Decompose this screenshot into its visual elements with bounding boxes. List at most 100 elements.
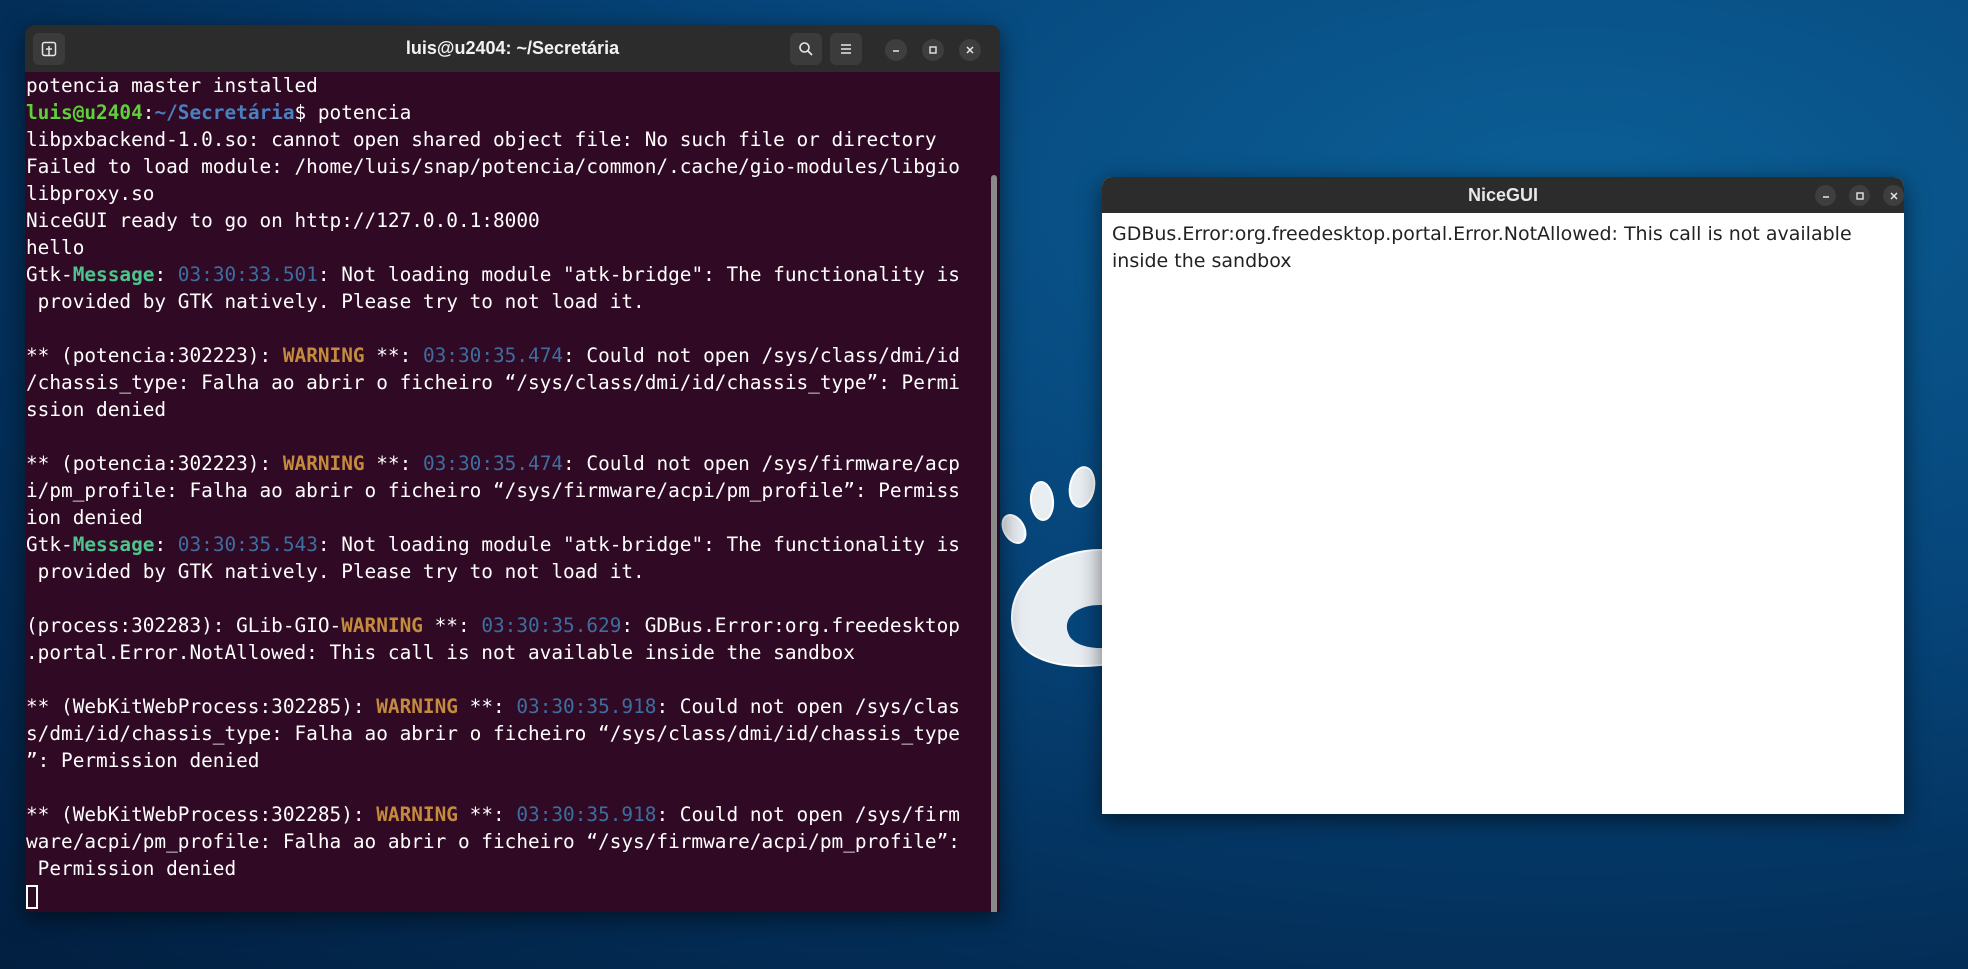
terminal-text: : GDBus.Error:org.freedesktop: [621, 614, 960, 637]
terminal-line: hello: [26, 234, 1000, 261]
terminal-text: 03:30:35.474: [422, 344, 564, 367]
terminal-line: ** (WebKitWebProcess:302285): WARNING **…: [26, 801, 1000, 828]
terminal-text: : Could not open /sys/firmware/acp: [563, 452, 960, 475]
terminal-text: :: [142, 101, 155, 124]
terminal-text: : Not loading module "atk-bridge": The f…: [317, 263, 960, 286]
terminal-text: luis@u2404: [26, 101, 143, 124]
maximize-icon: [929, 46, 937, 54]
terminal-text: Message: [72, 263, 155, 286]
minimize-icon: [1822, 195, 1829, 198]
close-icon: [1889, 191, 1898, 200]
terminal-line: ssion denied: [26, 396, 1000, 423]
terminal-line: ** (potencia:302223): WARNING **: 03:30:…: [26, 450, 1000, 477]
terminal-line: ”: Permission denied: [26, 747, 1000, 774]
terminal-output[interactable]: potencia master installed luis@u2404:~/Se…: [25, 72, 1000, 912]
terminal-text: **:: [457, 695, 517, 718]
terminal-line: provided by GTK natively. Please try to …: [26, 558, 1000, 585]
terminal-text: WARNING: [282, 344, 365, 367]
terminal-text: Permission denied: [26, 857, 237, 880]
nicegui-titlebar[interactable]: NiceGUI: [1102, 177, 1904, 213]
terminal-text: 03:30:33.501: [177, 263, 318, 286]
new-tab-button[interactable]: [33, 33, 65, 65]
terminal-line: ion denied: [26, 504, 1000, 531]
nicegui-window[interactable]: NiceGUI GDBus.Error:org.freedesktop.port…: [1102, 177, 1904, 814]
terminal-text: WARNING: [282, 452, 365, 475]
terminal-text: **:: [364, 344, 423, 367]
new-tab-icon: [41, 41, 57, 57]
terminal-text: WARNING: [341, 614, 423, 637]
terminal-line: Permission denied: [26, 855, 1000, 882]
terminal-prompt-line[interactable]: [26, 882, 1000, 909]
terminal-text: Failed to load module: /home/luis/snap/p…: [26, 155, 960, 178]
terminal-text: 03:30:35.474: [422, 452, 564, 475]
terminal-line: ** (potencia:302223): WARNING **: 03:30:…: [26, 342, 1000, 369]
nicegui-error-message: GDBus.Error:org.freedesktop.portal.Error…: [1112, 223, 1852, 272]
terminal-text: 03:30:35.543: [177, 533, 318, 556]
terminal-line: Failed to load module: /home/luis/snap/p…: [26, 153, 1000, 180]
terminal-text: $ potencia: [294, 101, 412, 124]
close-icon: [966, 46, 974, 54]
terminal-text: WARNING: [376, 803, 458, 826]
terminal-text: ** (WebKitWebProcess:302285):: [26, 695, 377, 718]
terminal-line: .portal.Error.NotAllowed: This call is n…: [26, 639, 1000, 666]
terminal-text: : Could not open /sys/firm: [656, 803, 960, 826]
terminal-text: : Could not open /sys/class/dmi/id: [563, 344, 960, 367]
terminal-text: 03:30:35.629: [481, 614, 622, 637]
terminal-line: Gtk-Message: 03:30:35.543: Not loading m…: [26, 531, 1000, 558]
terminal-line: (process:302283): GLib-GIO-WARNING **: 0…: [26, 612, 1000, 639]
terminal-line: potencia master installed: [26, 72, 1000, 99]
maximize-button[interactable]: [922, 39, 944, 61]
nicegui-close-button[interactable]: [1883, 185, 1904, 206]
minimize-icon: [893, 50, 899, 52]
hamburger-menu-icon: [841, 44, 851, 54]
terminal-title: luis@u2404: ~/Secretária: [405, 38, 620, 58]
terminal-text: potencia master installed: [26, 74, 318, 97]
terminal-text: :: [154, 533, 178, 556]
terminal-line: ** (WebKitWebProcess:302285): WARNING **…: [26, 693, 1000, 720]
terminal-text: ** (potencia:302223):: [26, 452, 283, 475]
terminal-text: Message: [72, 533, 155, 556]
terminal-line: luis@u2404:~/Secretária$ potencia: [26, 99, 1000, 126]
close-button[interactable]: [959, 39, 981, 61]
minimize-button[interactable]: [885, 39, 907, 61]
terminal-text: :: [154, 263, 178, 286]
terminal-text: hello: [26, 236, 85, 259]
terminal-text: **:: [364, 452, 423, 475]
terminal-text: ware/acpi/pm_profile: Falha ao abrir o f…: [26, 830, 960, 853]
terminal-line: Gtk-Message: 03:30:33.501: Not loading m…: [26, 261, 1000, 288]
terminal-text: ** (WebKitWebProcess:302285):: [26, 803, 377, 826]
nicegui-maximize-button[interactable]: [1849, 185, 1870, 206]
nicegui-minimize-button[interactable]: [1815, 185, 1836, 206]
terminal-line: libpxbackend-1.0.so: cannot open shared …: [26, 126, 1000, 153]
terminal-text: provided by GTK natively. Please try to …: [26, 290, 645, 313]
terminal-line: /chassis_type: Falha ao abrir o ficheiro…: [26, 369, 1000, 396]
terminal-line: ware/acpi/pm_profile: Falha ao abrir o f…: [26, 828, 1000, 855]
terminal-text: **:: [422, 614, 482, 637]
terminal-cursor: [26, 884, 38, 909]
terminal-text: 03:30:35.918: [516, 803, 657, 826]
terminal-window[interactable]: luis@u2404: ~/Secretária potencia master…: [25, 25, 1000, 912]
terminal-text: i/pm_profile: Falha ao abrir o ficheiro …: [26, 479, 960, 502]
terminal-text: .portal.Error.NotAllowed: This call is n…: [26, 641, 855, 664]
terminal-text: **:: [457, 803, 517, 826]
terminal-text: s/dmi/id/chassis_type: Falha ao abrir o …: [26, 722, 960, 745]
terminal-text: : Not loading module "atk-bridge": The f…: [317, 533, 960, 556]
terminal-text: provided by GTK natively. Please try to …: [26, 560, 645, 583]
terminal-text: Gtk-: [26, 533, 73, 556]
terminal-text: 03:30:35.918: [516, 695, 657, 718]
terminal-titlebar[interactable]: luis@u2404: ~/Secretária: [25, 25, 1000, 72]
terminal-scrollbar[interactable]: [991, 175, 997, 912]
maximize-icon: [1855, 191, 1864, 200]
terminal-text: ~/Secretária: [154, 101, 295, 124]
search-button[interactable]: [790, 33, 822, 65]
terminal-text: NiceGUI ready to go on http://127.0.0.1:…: [26, 209, 540, 232]
menu-button[interactable]: [830, 33, 862, 65]
nicegui-title: NiceGUI: [1467, 184, 1539, 205]
terminal-text: ion denied: [26, 506, 143, 529]
terminal-text: ssion denied: [26, 398, 167, 421]
